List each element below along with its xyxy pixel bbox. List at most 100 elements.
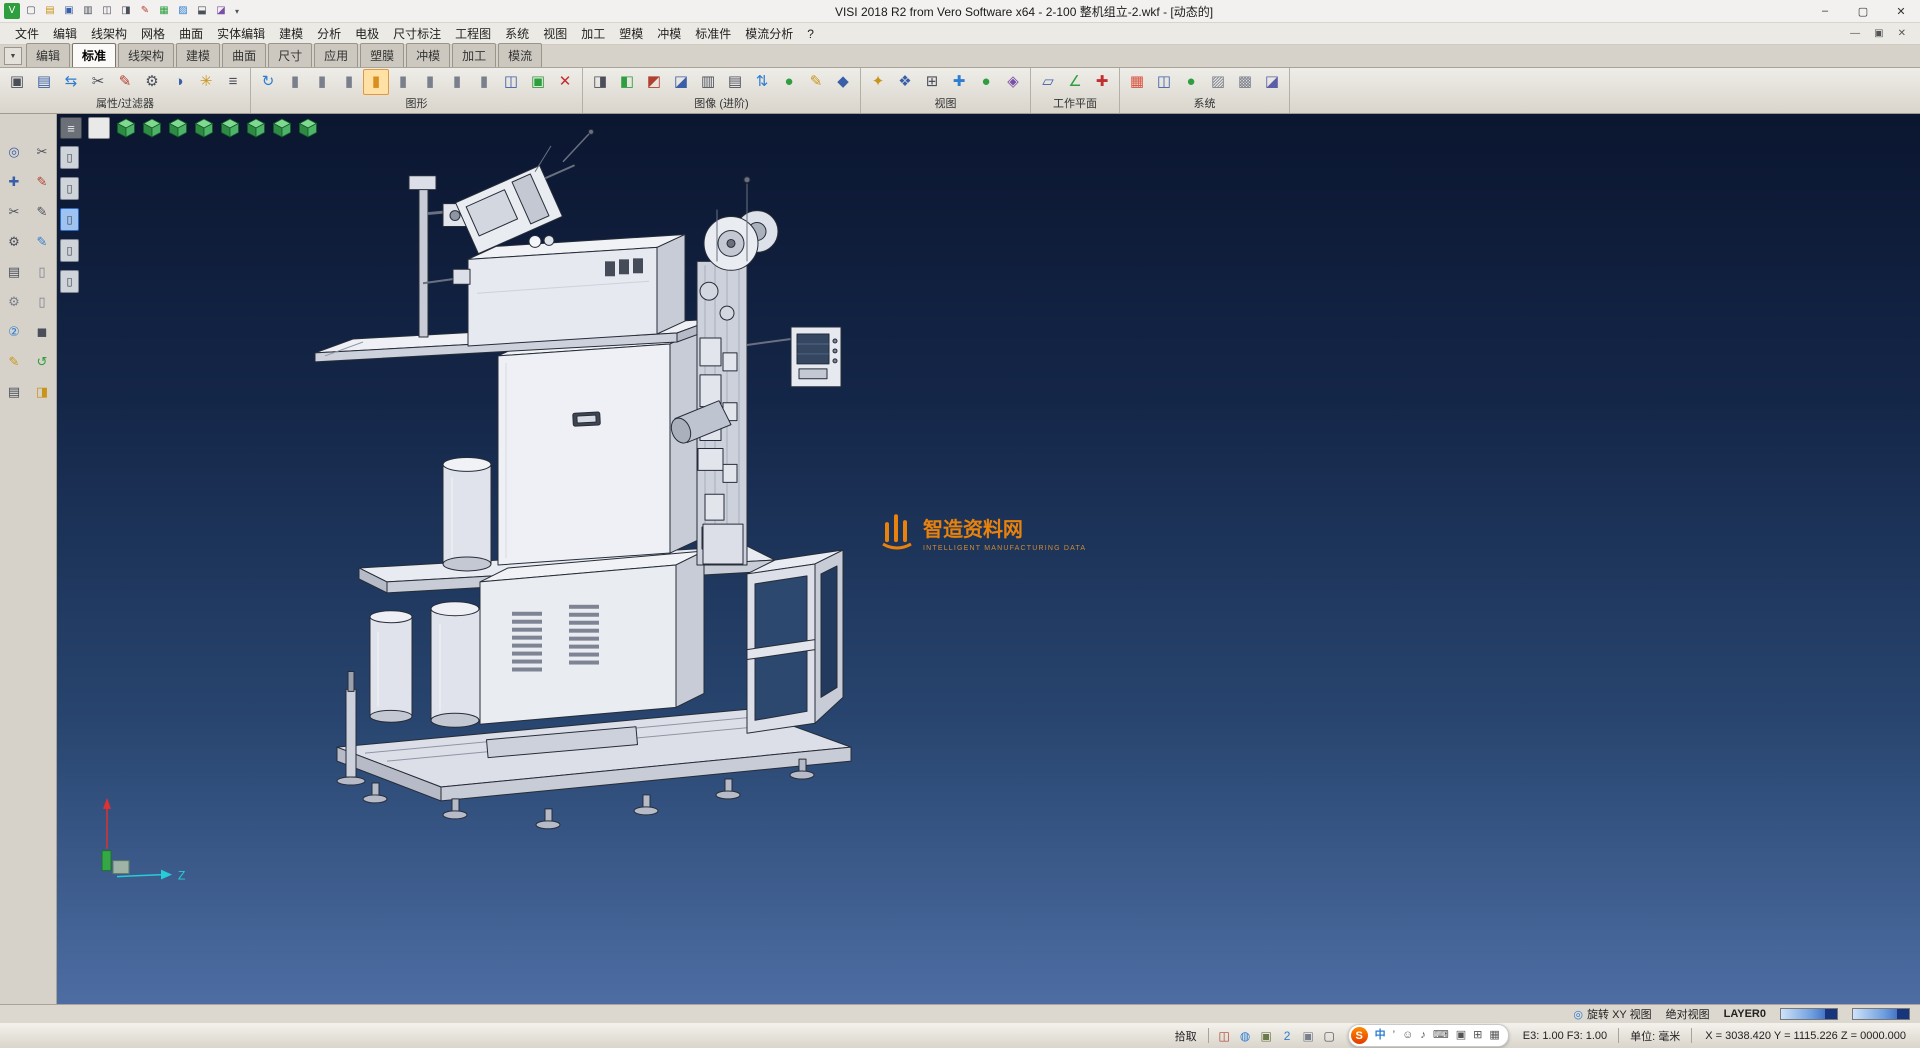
tab-10[interactable]: 加工 bbox=[452, 43, 496, 67]
menu-item-11[interactable]: 工程图 bbox=[448, 23, 498, 44]
viewport-menu-icon[interactable]: ≡ bbox=[60, 117, 82, 139]
render-icon[interactable]: ◪ bbox=[213, 3, 229, 19]
viewport-blank-view-button[interactable] bbox=[88, 117, 110, 139]
dock-scissors-icon[interactable]: ✂ bbox=[31, 140, 53, 162]
workplane-angle-icon[interactable]: ∠ bbox=[1062, 69, 1088, 95]
dock-circled-2-icon[interactable]: ② bbox=[3, 320, 25, 342]
view-cube-right-icon[interactable] bbox=[220, 118, 240, 138]
dock-sketch-icon[interactable]: ✎ bbox=[3, 350, 25, 372]
workplane-icon[interactable]: ▱ bbox=[1035, 69, 1061, 95]
shade-left-icon[interactable]: ◨ bbox=[587, 69, 613, 95]
view-cube-top-icon[interactable] bbox=[246, 118, 266, 138]
zoom-2-status-icon[interactable]: 2 bbox=[1279, 1027, 1296, 1044]
layer-color-bar-2[interactable] bbox=[1852, 1008, 1910, 1020]
cad-scene[interactable]: 智造资料网 INTELLIGENT MANUFACTURING DATA Z bbox=[57, 114, 1920, 1004]
system-hatch-icon[interactable]: ▨ bbox=[1205, 69, 1231, 95]
dock-undo-icon[interactable]: ↺ bbox=[31, 350, 53, 372]
chart-icon[interactable]: ▨ bbox=[175, 3, 191, 19]
dock-edit-icon[interactable]: ✎ bbox=[31, 170, 53, 192]
save-icon[interactable]: ▣ bbox=[61, 3, 77, 19]
shade-corner-icon[interactable]: ◩ bbox=[641, 69, 667, 95]
minimize-button[interactable]: – bbox=[1806, 0, 1844, 22]
close-button[interactable]: ✕ bbox=[1882, 0, 1920, 22]
view-cube-back-icon[interactable] bbox=[168, 118, 188, 138]
view-zoom-icon[interactable]: ✚ bbox=[946, 69, 972, 95]
ime-keyboard-icon[interactable]: ⌨ bbox=[1433, 1030, 1449, 1041]
menu-item-3[interactable]: 线架构 bbox=[84, 23, 134, 44]
dock-settings-icon[interactable]: ⚙ bbox=[3, 230, 25, 252]
edit-image-icon[interactable]: ✎ bbox=[803, 69, 829, 95]
dock-layers-icon[interactable]: ▤ bbox=[3, 260, 25, 282]
menu-item-1[interactable]: 文件 bbox=[8, 23, 46, 44]
copy-view-icon[interactable]: ◨ bbox=[118, 3, 134, 19]
window-status-icon[interactable]: ▢ bbox=[1321, 1027, 1338, 1044]
open-file-icon[interactable]: ▤ bbox=[42, 3, 58, 19]
mdi-restore-button[interactable]: ▣ bbox=[1874, 28, 1883, 39]
layer-drum-4-icon[interactable]: ▮ bbox=[390, 69, 416, 95]
diamond-render-icon[interactable]: ◆ bbox=[830, 69, 856, 95]
attributes-icon[interactable]: ▣ bbox=[4, 69, 30, 95]
highlight-icon[interactable]: ✳ bbox=[193, 69, 219, 95]
dock-doc-icon[interactable]: ▯ bbox=[31, 290, 53, 312]
filter-settings-icon[interactable]: ⚙ bbox=[139, 69, 165, 95]
menu-item-18[interactable]: 模流分析 bbox=[738, 23, 800, 44]
layer-drum-5-icon[interactable]: ▮ bbox=[417, 69, 443, 95]
menu-item-5[interactable]: 曲面 bbox=[172, 23, 210, 44]
menu-item-8[interactable]: 分析 bbox=[310, 23, 348, 44]
dock-list-icon[interactable]: ▤ bbox=[3, 380, 25, 402]
texture-icon[interactable]: ▥ bbox=[695, 69, 721, 95]
view-cube-bottom-icon[interactable] bbox=[272, 118, 292, 138]
snapshot-status-icon[interactable]: ▣ bbox=[1258, 1027, 1275, 1044]
tab-5[interactable]: 曲面 bbox=[222, 43, 266, 67]
tab-1[interactable]: 编辑 bbox=[26, 43, 70, 67]
view-sphere-icon[interactable]: ● bbox=[973, 69, 999, 95]
graphics-box-icon[interactable]: ▣ bbox=[525, 69, 551, 95]
dock-move-icon[interactable]: ✚ bbox=[3, 170, 25, 192]
ime-toolbox-icon[interactable]: ⊞ bbox=[1473, 1030, 1482, 1041]
layer-drum-6-icon[interactable]: ▮ bbox=[444, 69, 470, 95]
filter-slot-5-icon[interactable]: ▯ bbox=[60, 270, 79, 293]
filter-slot-2-icon[interactable]: ▯ bbox=[60, 177, 79, 200]
ime-lang-icon[interactable]: 中 bbox=[1375, 1030, 1386, 1041]
quickbar-more-button[interactable]: ▾ bbox=[232, 7, 242, 16]
menu-item-16[interactable]: 冲模 bbox=[650, 23, 688, 44]
system-colors-icon[interactable]: ▦ bbox=[1124, 69, 1150, 95]
delete-graphics-icon[interactable]: ✕ bbox=[552, 69, 578, 95]
menu-item-15[interactable]: 塑模 bbox=[612, 23, 650, 44]
ime-punct-icon[interactable]: ’ bbox=[1393, 1030, 1395, 1041]
system-globe-icon[interactable]: ● bbox=[1178, 69, 1204, 95]
system-render-icon[interactable]: ◪ bbox=[1259, 69, 1285, 95]
menu-item-10[interactable]: 尺寸标注 bbox=[386, 23, 448, 44]
tab-11[interactable]: 模流 bbox=[498, 43, 542, 67]
tab-9[interactable]: 冲模 bbox=[406, 43, 450, 67]
absolute-view-indicator[interactable]: 绝对视图 bbox=[1666, 1006, 1710, 1022]
print-preview-icon[interactable]: ◫ bbox=[99, 3, 115, 19]
new-document-icon[interactable]: ▢ bbox=[23, 3, 39, 19]
dock-block-icon[interactable]: ◼ bbox=[31, 320, 53, 342]
tab-3[interactable]: 线架构 bbox=[118, 43, 174, 67]
layer-drum-active-icon[interactable]: ▮ bbox=[363, 69, 389, 95]
dock-gear-icon[interactable]: ⚙ bbox=[3, 290, 25, 312]
texture2-icon[interactable]: ▤ bbox=[722, 69, 748, 95]
menu-item-6[interactable]: 实体编辑 bbox=[210, 23, 272, 44]
ime-voice-icon[interactable]: ♪ bbox=[1420, 1030, 1426, 1041]
globe-status-icon[interactable]: ◍ bbox=[1237, 1027, 1254, 1044]
menu-item-17[interactable]: 标准件 bbox=[688, 23, 738, 44]
system-monitor-icon[interactable]: ◫ bbox=[1151, 69, 1177, 95]
list-filter-icon[interactable]: ≡ bbox=[220, 69, 246, 95]
dock-folder-icon[interactable]: ◨ bbox=[31, 380, 53, 402]
rotate-mode-control[interactable]: ◎ 旋转 XY 视图 bbox=[1573, 1006, 1651, 1022]
mdi-close-button[interactable]: ✕ bbox=[1898, 28, 1906, 39]
menu-item-12[interactable]: 系统 bbox=[498, 23, 536, 44]
filter-slot-1-icon[interactable]: ▯ bbox=[60, 146, 79, 169]
dock-draw-icon[interactable]: ✎ bbox=[31, 230, 53, 252]
sphere-render-icon[interactable]: ● bbox=[776, 69, 802, 95]
shade-right-icon[interactable]: ◧ bbox=[614, 69, 640, 95]
filter-slot-3-icon[interactable]: ▯ bbox=[60, 208, 79, 231]
ime-emoji-icon[interactable]: ☺ bbox=[1402, 1030, 1413, 1041]
menu-item-4[interactable]: 网格 bbox=[134, 23, 172, 44]
half-select-icon[interactable]: ◑ bbox=[166, 69, 192, 95]
render-mode-status-icon[interactable]: ◫ bbox=[1216, 1027, 1233, 1044]
swap-image-icon[interactable]: ⇅ bbox=[749, 69, 775, 95]
swap-filter-icon[interactable]: ⇆ bbox=[58, 69, 84, 95]
